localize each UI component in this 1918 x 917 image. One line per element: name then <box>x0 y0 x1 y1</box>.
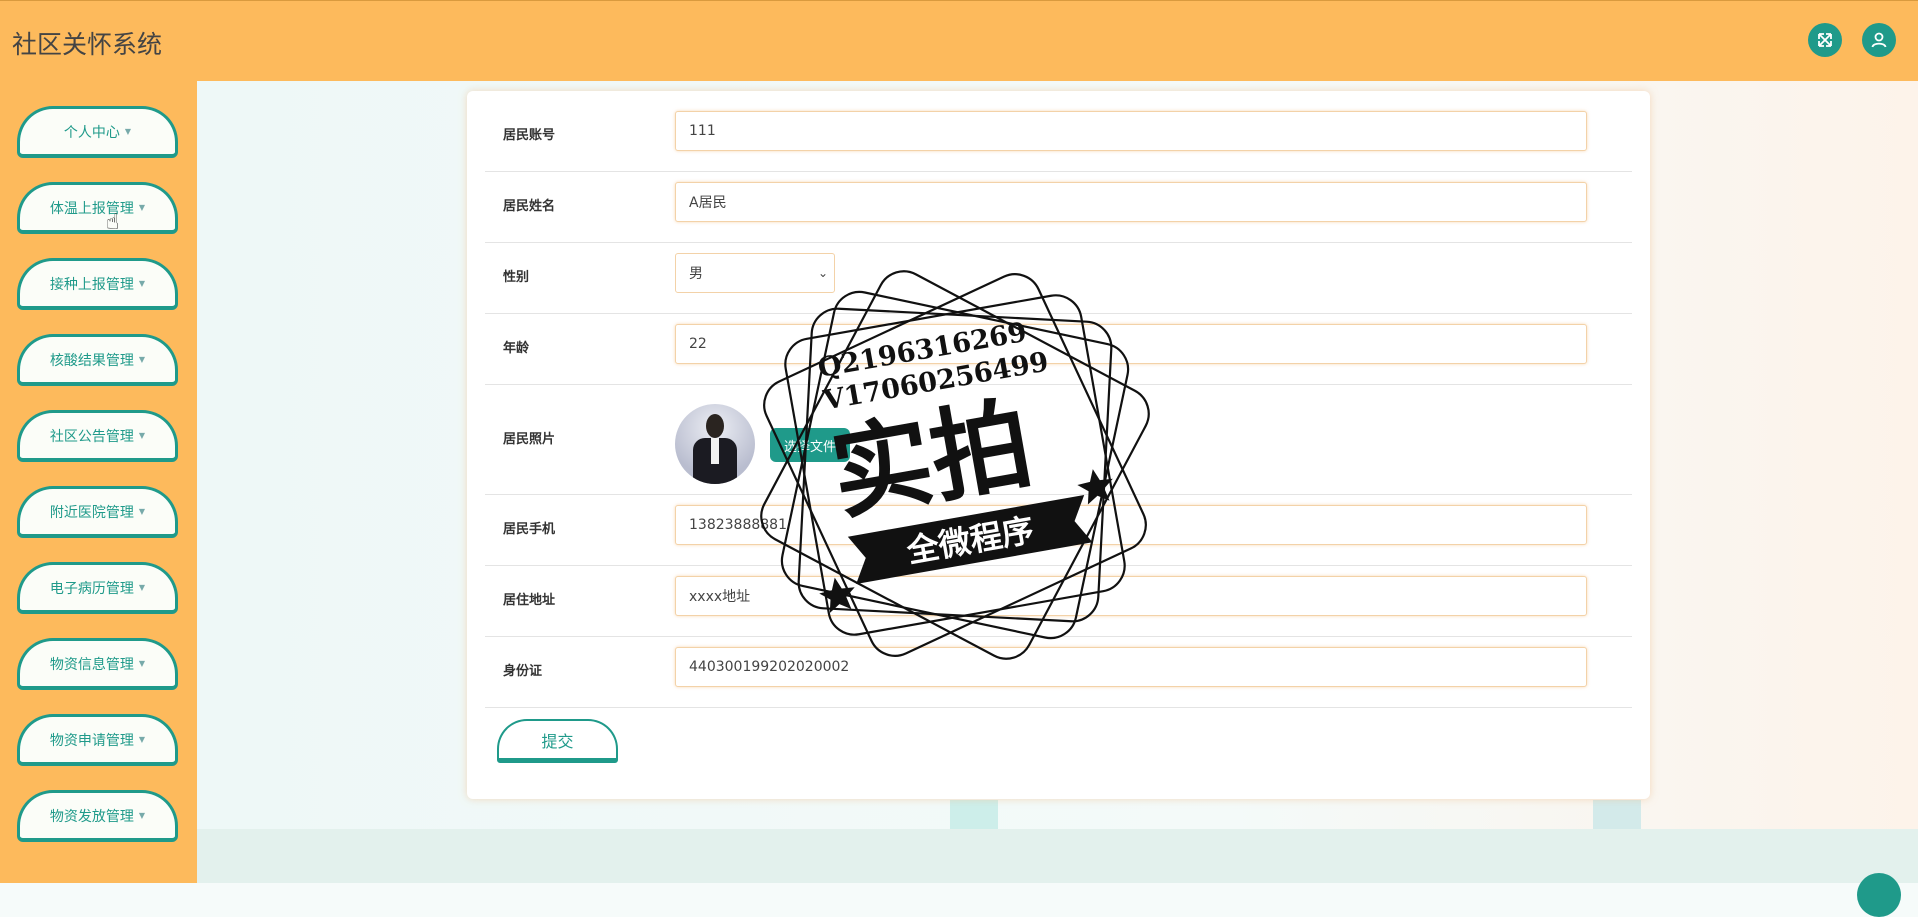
form-row-name: 居民姓名 A居民 <box>485 171 1632 243</box>
sidebar-item-label: 附近医院管理 <box>49 504 134 521</box>
submit-button[interactable]: 提交 <box>497 719 618 763</box>
sidebar-item-label: 社区公告管理 <box>49 428 134 445</box>
address-label: 居住地址 <box>503 593 556 608</box>
caret-down-icon: ▼ <box>138 811 146 820</box>
top-bar: 社区关怀系统 <box>0 0 1918 81</box>
name-label: 居民姓名 <box>503 199 556 214</box>
user-icon[interactable] <box>1862 23 1896 57</box>
sidebar-item-label: 电子病历管理 <box>49 580 134 597</box>
sidebar-item-label: 个人中心 <box>63 124 120 141</box>
caret-down-icon: ▼ <box>138 507 146 516</box>
sidebar-item-temperature[interactable]: 体温上报管理 ▼ <box>17 182 178 234</box>
sidebar-item-personal-center[interactable]: 个人中心 ▼ <box>17 106 178 158</box>
age-label: 年龄 <box>503 341 530 356</box>
caret-down-icon: ▼ <box>124 127 132 136</box>
app-title: 社区关怀系统 <box>12 30 163 59</box>
sidebar-item-label: 物资发放管理 <box>49 808 134 825</box>
caret-down-icon: ▼ <box>138 735 146 744</box>
gender-value: 男 <box>689 266 703 282</box>
sidebar-item-label: 物资信息管理 <box>49 656 134 673</box>
photo-head <box>706 414 724 438</box>
idcard-label: 身份证 <box>503 664 543 679</box>
bottom-band <box>197 829 1918 883</box>
photo-shirt <box>711 438 719 464</box>
caret-down-icon: ▼ <box>138 659 146 668</box>
user-glyph <box>1871 32 1887 48</box>
phone-label: 居民手机 <box>503 522 556 537</box>
caret-down-icon: ▼ <box>138 355 146 364</box>
sidebar-item-label: 物资申请管理 <box>49 732 134 749</box>
sidebar-item-label: 核酸结果管理 <box>49 352 134 369</box>
resident-photo <box>675 404 755 484</box>
caret-down-icon: ▼ <box>138 431 146 440</box>
caret-down-icon: ▼ <box>138 203 146 212</box>
caret-down-icon: ▼ <box>138 583 146 592</box>
sidebar: 个人中心 ▼ 体温上报管理 ▼ 接种上报管理 ▼ 核酸结果管理 ▼ 社区公告管理 ▼ 附近… <box>0 81 197 883</box>
sidebar-item-supply-info[interactable]: 物资信息管理 ▼ <box>17 638 178 690</box>
background-strip <box>1593 800 1641 829</box>
sidebar-item-announcement[interactable]: 社区公告管理 ▼ <box>17 410 178 462</box>
account-field[interactable]: 111 <box>675 111 1587 151</box>
sidebar-item-vaccination[interactable]: 接种上报管理 ▼ <box>17 258 178 310</box>
hand-cursor-icon: ☝ <box>106 210 120 235</box>
caret-down-icon: ▼ <box>138 279 146 288</box>
sidebar-item-label: 接种上报管理 <box>49 276 134 293</box>
watermark-stamp: Q2196316269 V17060256499 实拍 全微程序 <box>760 270 1150 660</box>
background-strip <box>950 800 998 829</box>
sidebar-item-label: 体温上报管理 <box>49 200 134 217</box>
floating-button[interactable] <box>1857 873 1901 917</box>
name-field[interactable]: A居民 <box>675 182 1587 222</box>
account-label: 居民账号 <box>503 128 556 143</box>
sidebar-item-medical-record[interactable]: 电子病历管理 ▼ <box>17 562 178 614</box>
sidebar-item-nucleic-acid[interactable]: 核酸结果管理 ▼ <box>17 334 178 386</box>
fullscreen-icon[interactable] <box>1808 23 1842 57</box>
sidebar-item-supply-request[interactable]: 物资申请管理 ▼ <box>17 714 178 766</box>
sidebar-item-hospital[interactable]: 附近医院管理 ▼ <box>17 486 178 538</box>
gender-label: 性别 <box>503 270 530 285</box>
form-row-account: 居民账号 111 <box>485 91 1632 172</box>
fullscreen-glyph <box>1818 33 1832 47</box>
sidebar-item-supply-distribution[interactable]: 物资发放管理 ▼ <box>17 790 178 842</box>
photo-label: 居民照片 <box>503 432 556 447</box>
